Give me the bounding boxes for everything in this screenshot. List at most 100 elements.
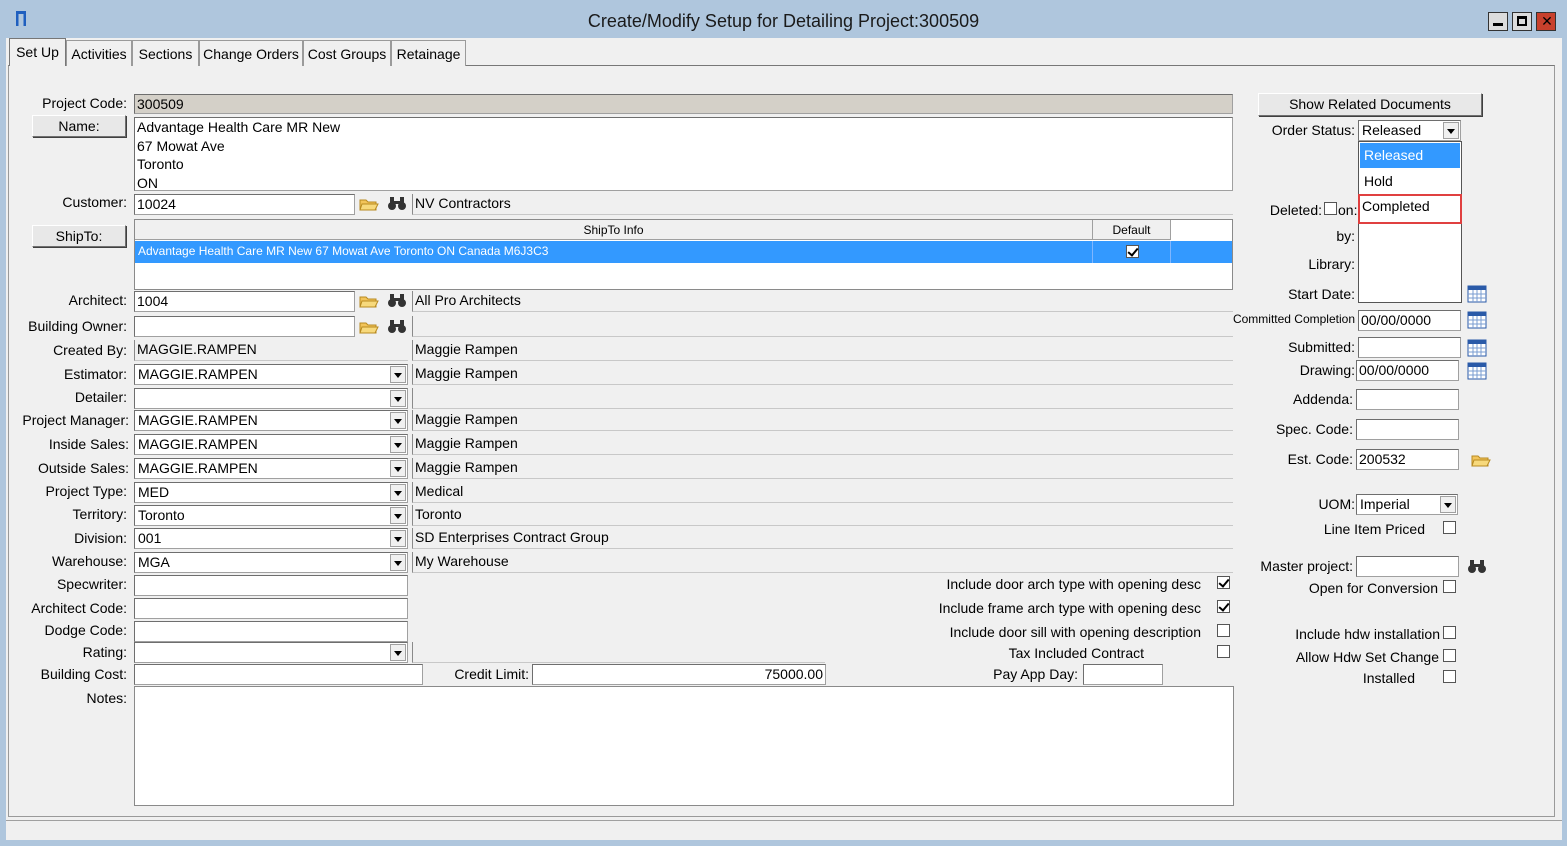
shipto-info-header[interactable]: ShipTo Info (135, 220, 1093, 240)
architect-folder-icon[interactable] (359, 293, 379, 309)
project-manager-dropdown[interactable]: MAGGIE.RAMPEN (134, 410, 408, 431)
warehouse-value: MGA (138, 554, 170, 570)
committed-completion-label: Committed Completion (1232, 312, 1355, 326)
rating-dropdown[interactable] (134, 642, 408, 663)
deleted-on-label: on: (1338, 202, 1358, 218)
maximize-icon (1517, 16, 1527, 26)
open-for-conversion-checkbox[interactable] (1443, 580, 1456, 593)
project-code-label: Project Code: (42, 95, 127, 111)
detailer-dropdown[interactable] (134, 388, 408, 409)
order-status-dropdown[interactable]: Released (1358, 120, 1461, 141)
outside-sales-dropdown-arrow-icon[interactable] (390, 460, 406, 477)
tab-retainage[interactable]: Retainage (391, 40, 466, 66)
architect-code-input[interactable]: 1004 (134, 291, 355, 312)
door-arch-option-label: Include door arch type with opening desc (946, 576, 1202, 592)
territory-dropdown-arrow-icon[interactable] (390, 507, 406, 524)
deleted-checkbox[interactable] (1324, 202, 1337, 215)
status-bar (6, 820, 1562, 840)
include-hdw-installation-checkbox[interactable] (1443, 626, 1456, 639)
architect-lookup-binoculars-icon[interactable] (387, 292, 407, 308)
minimize-button[interactable] (1488, 12, 1508, 31)
status-option-released[interactable]: Released (1360, 143, 1460, 168)
inside-sales-dropdown-arrow-icon[interactable] (390, 436, 406, 453)
outside-sales-label: Outside Sales: (37, 460, 129, 476)
show-related-documents-button[interactable]: Show Related Documents (1258, 93, 1482, 116)
addenda-label: Addenda: (1293, 391, 1353, 407)
division-dropdown-arrow-icon[interactable] (390, 530, 406, 547)
est-code-folder-icon[interactable] (1471, 452, 1491, 468)
created-by-code-field: MAGGIE.RAMPEN (134, 340, 408, 361)
uom-dropdown[interactable]: Imperial (1356, 494, 1458, 515)
notes-textarea[interactable] (134, 686, 1234, 806)
est-code-label: Est. Code: (1287, 451, 1353, 467)
building-owner-lookup-binoculars-icon[interactable] (387, 318, 407, 334)
specwriter-input[interactable] (134, 575, 408, 596)
credit-limit-input[interactable]: 75000.00 (532, 664, 826, 685)
customer-lookup-binoculars-icon[interactable] (387, 195, 407, 211)
submitted-input[interactable] (1358, 337, 1461, 358)
tab-change-orders[interactable]: Change Orders (199, 40, 303, 66)
division-dropdown[interactable]: 001 (134, 528, 408, 549)
spec-code-input[interactable] (1356, 419, 1459, 440)
project-manager-dropdown-arrow-icon[interactable] (390, 412, 406, 429)
status-option-hold[interactable]: Hold (1360, 169, 1460, 194)
uom-dropdown-arrow-icon[interactable] (1440, 496, 1456, 513)
drawing-input[interactable]: 00/00/0000 (1356, 360, 1459, 381)
drawing-calendar-icon[interactable] (1467, 362, 1487, 380)
warehouse-dropdown[interactable]: MGA (134, 552, 408, 573)
name-address-field[interactable]: Advantage Health Care MR New 67 Mowat Av… (134, 117, 1233, 191)
inside-sales-dropdown[interactable]: MAGGIE.RAMPEN (134, 434, 408, 455)
shipto-row[interactable]: Advantage Health Care MR New 67 Mowat Av… (135, 241, 1232, 263)
warehouse-dropdown-arrow-icon[interactable] (390, 554, 406, 571)
tab-sections[interactable]: Sections (132, 40, 199, 66)
default-header[interactable]: Default (1093, 220, 1171, 240)
estimator-dropdown-arrow-icon[interactable] (390, 366, 406, 383)
close-button[interactable]: ✕ (1536, 12, 1556, 31)
tab-cost-groups[interactable]: Cost Groups (303, 40, 391, 66)
tab-set-up[interactable]: Set Up (9, 38, 66, 66)
detailer-label: Detailer: (74, 389, 127, 405)
master-project-lookup-binoculars-icon[interactable] (1467, 558, 1487, 574)
committed-completion-input[interactable]: 00/00/0000 (1358, 310, 1461, 331)
tab-activities[interactable]: Activities (66, 40, 132, 66)
submitted-calendar-icon[interactable] (1467, 339, 1487, 357)
shipto-grid: ShipTo Info Default Advantage Health Car… (134, 219, 1233, 290)
estimator-name-field: Maggie Rampen (412, 364, 1233, 385)
committed-completion-calendar-icon[interactable] (1467, 311, 1487, 329)
estimator-dropdown[interactable]: MAGGIE.RAMPEN (134, 364, 408, 385)
building-cost-input[interactable] (134, 664, 423, 685)
addenda-input[interactable] (1356, 389, 1459, 410)
allow-hdw-set-change-checkbox[interactable] (1443, 649, 1456, 662)
project-type-dropdown[interactable]: MED (134, 482, 408, 503)
master-project-input[interactable] (1356, 556, 1459, 577)
order-status-dropdown-arrow-icon[interactable] (1443, 122, 1459, 139)
territory-label: Territory: (72, 506, 127, 522)
installed-checkbox[interactable] (1443, 670, 1456, 683)
grid-divider (1170, 241, 1171, 263)
frame-arch-checkbox[interactable] (1217, 600, 1230, 613)
building-owner-folder-icon[interactable] (359, 319, 379, 335)
shipto-button[interactable]: ShipTo: (32, 225, 126, 247)
tax-included-checkbox[interactable] (1217, 645, 1230, 658)
territory-dropdown[interactable]: Toronto (134, 505, 408, 526)
name-button[interactable]: Name: (32, 115, 126, 137)
detailer-dropdown-arrow-icon[interactable] (390, 390, 406, 407)
customer-folder-icon[interactable] (359, 196, 379, 212)
est-code-input[interactable]: 200532 (1356, 449, 1459, 470)
door-arch-checkbox[interactable] (1217, 576, 1230, 589)
status-option-completed[interactable]: Completed (1358, 194, 1462, 224)
maximize-button[interactable] (1512, 12, 1532, 31)
project-type-dropdown-arrow-icon[interactable] (390, 484, 406, 501)
line-item-priced-checkbox[interactable] (1443, 521, 1456, 534)
building-owner-code-input[interactable] (134, 316, 355, 337)
rating-dropdown-arrow-icon[interactable] (390, 644, 406, 661)
shipto-default-checkbox[interactable] (1126, 245, 1139, 258)
outside-sales-dropdown[interactable]: MAGGIE.RAMPEN (134, 458, 408, 479)
dodge-code-input[interactable] (134, 621, 408, 642)
architect-code-input[interactable] (134, 598, 408, 619)
deleted-by-label: by: (1336, 228, 1355, 244)
door-sill-checkbox[interactable] (1217, 624, 1230, 637)
pay-app-day-input[interactable] (1083, 664, 1163, 685)
customer-code-input[interactable]: 10024 (134, 194, 355, 215)
start-date-calendar-icon[interactable] (1467, 285, 1487, 303)
